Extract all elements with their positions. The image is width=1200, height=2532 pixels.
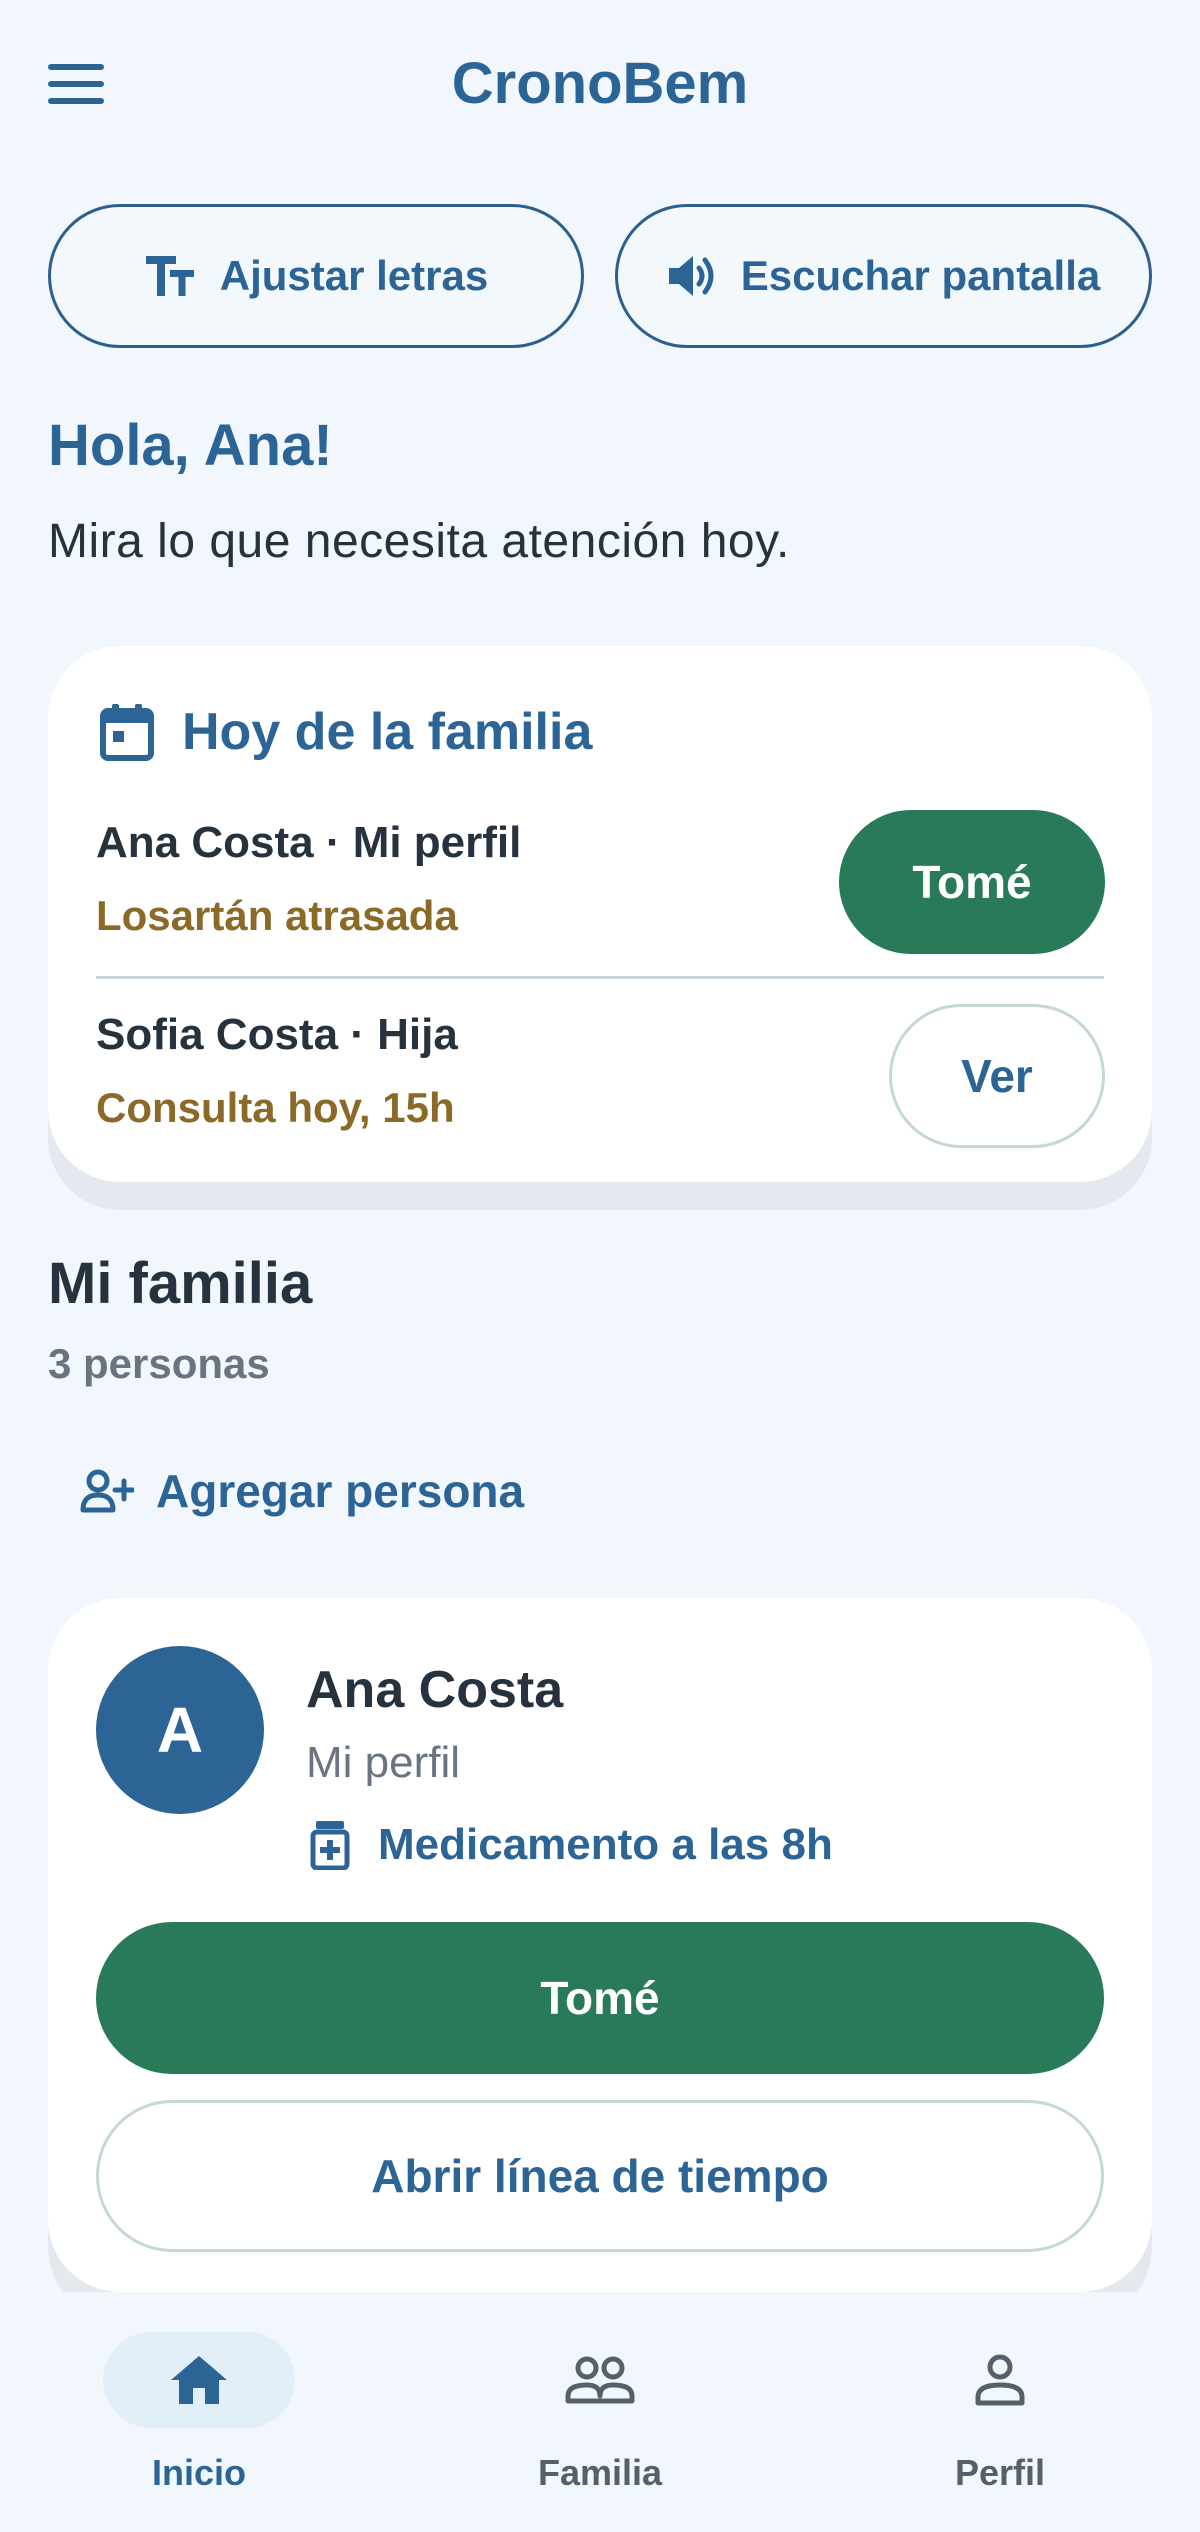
nav-label-profile: Perfil (954, 2452, 1046, 2493)
listen-screen-label: Escuchar pantalla (740, 252, 1101, 299)
today-item-status: Losartán atrasada (96, 892, 458, 939)
app-screen: CronoBem Ajustar letras Escuchar pantall… (0, 0, 1200, 2532)
view-appointment-button[interactable]: Ver (889, 1004, 1105, 1148)
top-app-bar: CronoBem (0, 0, 1200, 172)
open-timeline-button[interactable]: Abrir línea de tiempo (96, 2100, 1104, 2252)
nav-item-family[interactable]: Familia (450, 2332, 750, 2502)
nav-item-home[interactable]: Inicio (49, 2332, 349, 2502)
member-role: Mi perfil (306, 1738, 461, 1787)
took-medication-button[interactable]: Tomé (96, 1922, 1104, 2074)
family-count: 3 personas (48, 1340, 270, 1387)
medication-icon (310, 1821, 350, 1870)
family-today-card: Hoy de la familia Ana Costa · Mi perfil … (48, 646, 1152, 1182)
greeting-title: Hola, Ana! (48, 413, 333, 478)
group-icon (565, 2356, 635, 2404)
member-name: Ana Costa (306, 1661, 564, 1719)
home-icon (171, 2356, 227, 2404)
family-today-title: Hoy de la familia (182, 703, 593, 761)
divider (96, 976, 1104, 979)
medication-label: Medicamento a las 8h (378, 1820, 833, 1869)
text-size-icon (145, 256, 194, 296)
nav-label-family: Familia (537, 2452, 663, 2493)
add-person-label: Agregar persona (156, 1465, 525, 1517)
avatar: A (96, 1646, 264, 1814)
took-medication-button[interactable]: Tomé (839, 810, 1105, 954)
today-item-name: Sofia Costa · Hija (96, 1010, 458, 1059)
greeting-subtitle: Mira lo que necesita atención hoy. (48, 515, 790, 568)
today-item-status: Consulta hoy, 15h (96, 1084, 455, 1131)
nav-icon-container (504, 2332, 696, 2428)
bottom-navigation: Inicio Familia Perfil (0, 2292, 1200, 2532)
nav-active-indicator (103, 2332, 295, 2428)
calendar-icon (100, 704, 154, 761)
member-card: A Ana Costa Mi perfil Medicamento a las … (48, 1598, 1152, 2292)
add-person-icon (80, 1469, 134, 1513)
speaker-icon (668, 256, 714, 296)
app-title: CronoBem (451, 51, 749, 116)
today-item-name: Ana Costa · Mi perfil (96, 818, 522, 867)
family-section-title: Mi familia (48, 1251, 313, 1316)
family-today-header: Hoy de la familia (100, 702, 592, 762)
adjust-text-button[interactable]: Ajustar letras (48, 204, 584, 348)
adjust-text-label: Ajustar letras (219, 252, 489, 299)
nav-item-profile[interactable]: Perfil (850, 2332, 1150, 2502)
nav-label-home: Inicio (151, 2452, 246, 2493)
nav-icon-container (904, 2332, 1096, 2428)
person-icon (975, 2354, 1025, 2406)
listen-screen-button[interactable]: Escuchar pantalla (615, 204, 1152, 348)
member-medication: Medicamento a las 8h (310, 1820, 833, 1870)
add-person-button[interactable]: Agregar persona (80, 1464, 524, 1518)
